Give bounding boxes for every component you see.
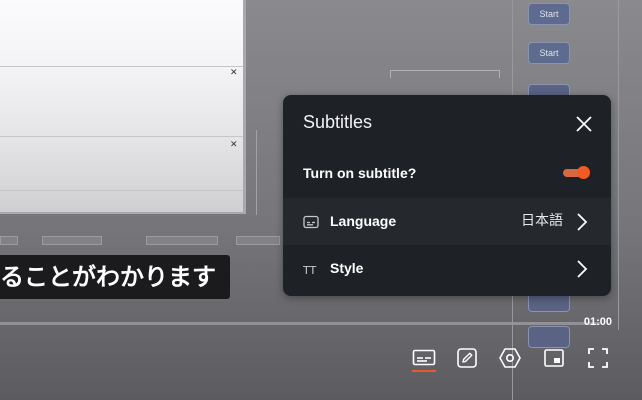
language-value: 日本語 xyxy=(521,213,563,229)
style-label: Style xyxy=(330,260,364,276)
picture-in-picture-icon xyxy=(544,349,564,367)
pencil-icon xyxy=(457,348,477,368)
subtitles-active-indicator xyxy=(412,370,436,372)
subtitle-caption: ることがわかります xyxy=(0,255,230,299)
settings-hexagon-icon xyxy=(499,348,521,368)
video-frame-divider xyxy=(256,130,266,215)
close-button[interactable] xyxy=(571,111,597,137)
video-frame-panel xyxy=(390,70,500,78)
text-style-icon: TT xyxy=(303,264,317,277)
subtitles-menu-title: Subtitles xyxy=(303,112,373,132)
subtitles-menu-header: Subtitles xyxy=(283,95,611,151)
svg-text:TT: TT xyxy=(303,264,317,277)
subtitles-button[interactable] xyxy=(411,345,437,371)
picture-in-picture-button[interactable] xyxy=(541,345,567,371)
close-icon xyxy=(576,116,592,132)
chevron-right-icon xyxy=(577,260,588,278)
video-frame-window: ✕ ✕ xyxy=(0,0,246,214)
subtitles-menu: Subtitles Turn on subtitle? Language 日本語… xyxy=(283,95,611,296)
style-menu-item[interactable]: TT Style xyxy=(283,245,611,292)
settings-button[interactable] xyxy=(497,345,523,371)
video-frame-start-button: Start xyxy=(528,42,570,64)
language-menu-item[interactable]: Language 日本語 xyxy=(283,198,611,245)
subtitles-language-icon xyxy=(303,215,319,229)
video-player[interactable]: ✕ ✕ Start Start ることがわかります 01:00 Subtitle… xyxy=(0,0,642,400)
edit-button[interactable] xyxy=(454,345,480,371)
subtitle-toggle-row[interactable]: Turn on subtitle? xyxy=(283,150,611,197)
subtitle-toggle-label: Turn on subtitle? xyxy=(303,165,417,181)
subtitles-icon xyxy=(412,349,436,366)
subtitle-toggle-switch[interactable] xyxy=(563,165,591,181)
chevron-right-icon xyxy=(577,213,588,231)
toggle-knob xyxy=(577,166,590,179)
fullscreen-icon xyxy=(588,348,608,368)
video-frame-line xyxy=(618,0,619,330)
progress-bar[interactable] xyxy=(0,322,600,325)
time-display: 01:00 xyxy=(583,316,612,328)
fullscreen-button[interactable] xyxy=(585,345,611,371)
language-label: Language xyxy=(330,213,397,229)
video-frame-start-button: Start xyxy=(528,3,570,25)
